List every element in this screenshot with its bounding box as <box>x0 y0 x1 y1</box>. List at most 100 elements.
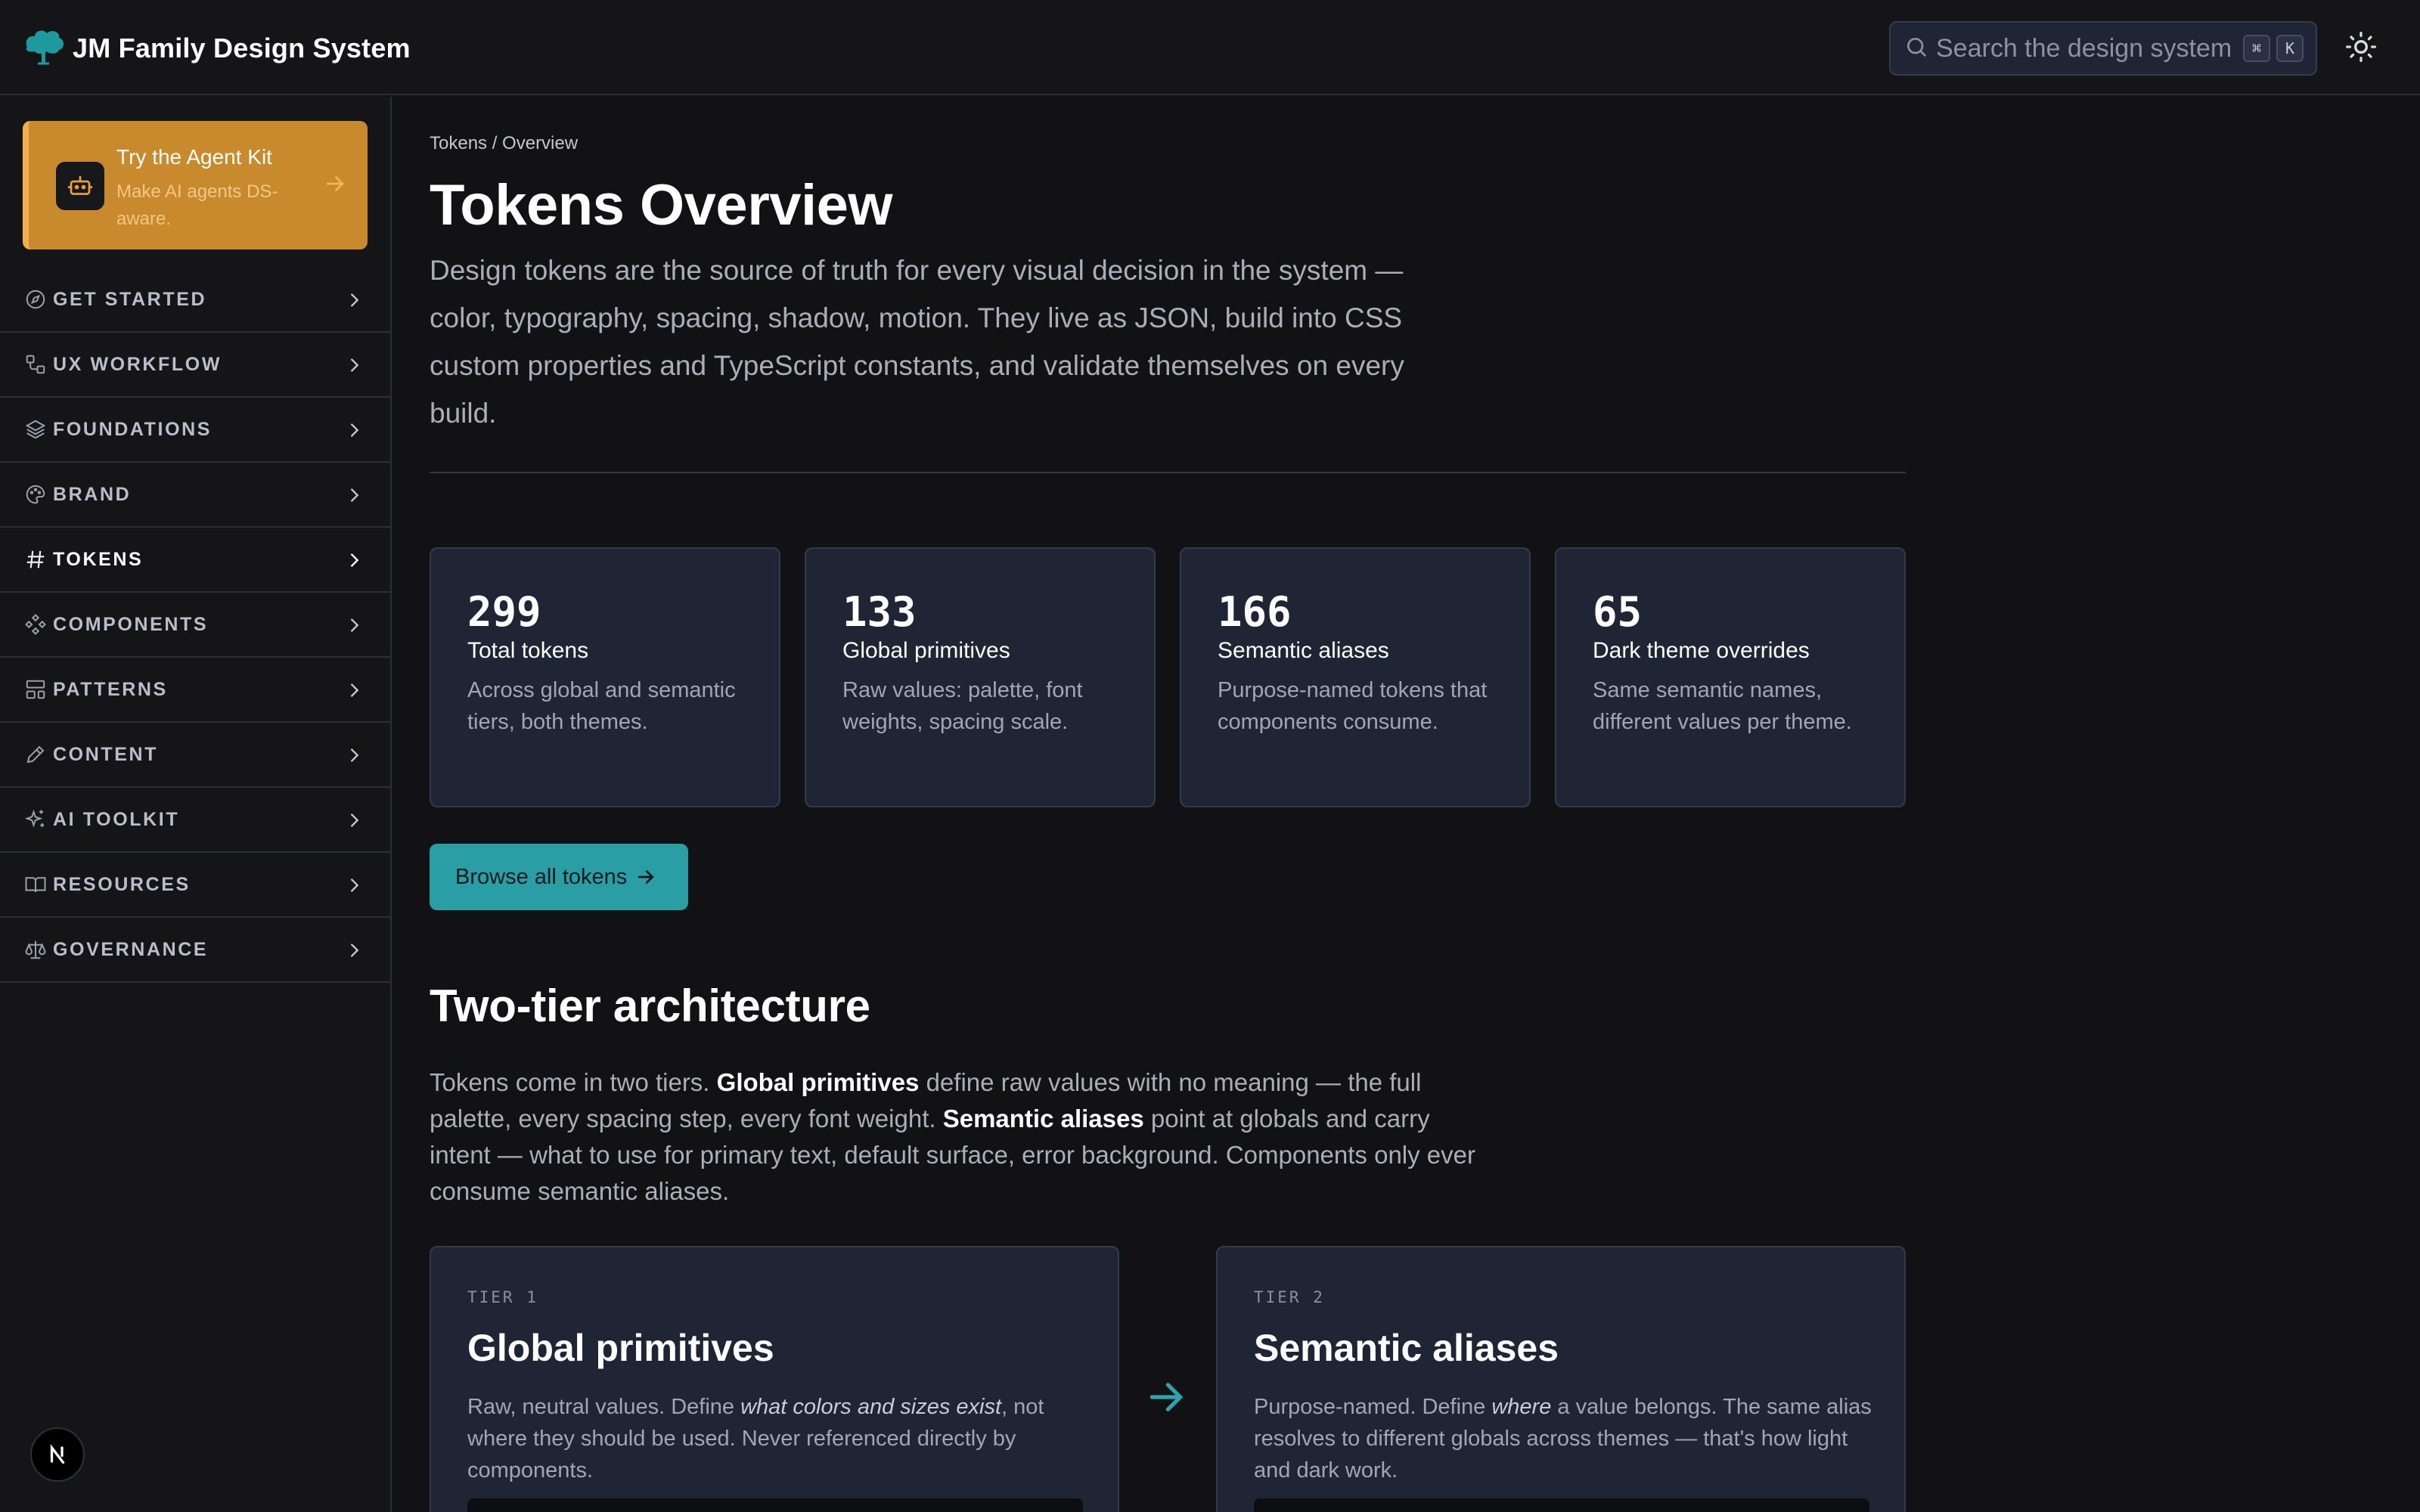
stat-description: Purpose-named tokens that components con… <box>1218 678 1488 734</box>
tier-description: Purpose-named. Define where a value belo… <box>1254 1391 1874 1486</box>
sidebar: Try the Agent Kit Make AI agents DS-awar… <box>0 97 392 1512</box>
scale-icon <box>24 937 48 962</box>
top-header: JM Family Design System Search the desig… <box>0 0 2420 95</box>
stat-title: Semantic aliases <box>1218 638 1389 663</box>
stat-description: Raw values: palette, font weights, spaci… <box>842 678 1083 734</box>
brand-link[interactable]: JM Family Design System <box>23 26 411 71</box>
tier-code-block <box>467 1498 1083 1512</box>
stat-value: 299 <box>467 588 541 636</box>
hash-icon <box>24 547 48 572</box>
divider <box>430 472 1906 473</box>
book-icon <box>24 872 48 897</box>
sidebar-item-resources[interactable]: RESOURCES <box>0 853 390 918</box>
chevron-right-icon <box>350 943 359 957</box>
chevron-right-icon <box>350 423 359 437</box>
sidebar-item-ai-toolkit[interactable]: AI TOOLKIT <box>0 788 390 853</box>
browse-button-label: Browse all tokens <box>455 864 628 889</box>
stat-card-semantic: 166 Semantic aliases Purpose-named token… <box>1180 547 1531 807</box>
kbd-cmd: ⌘ <box>2243 35 2270 62</box>
tier-card-semantic: TIER 2 Semantic aliases Purpose-named. D… <box>1216 1246 1906 1512</box>
page-intro: Design tokens are the source of truth fo… <box>430 255 1404 429</box>
arrow-right-icon <box>638 870 654 884</box>
sidebar-item-label: GOVERNANCE <box>53 938 209 960</box>
sidebar-item-label: TOKENS <box>53 548 144 570</box>
desc-text: Raw, neutral values. Define <box>467 1395 741 1419</box>
search-icon <box>1904 35 1928 63</box>
sidebar-item-label: CONTENT <box>53 743 159 765</box>
sidebar-item-tokens[interactable]: TOKENS <box>0 528 390 593</box>
desc-emphasis: what colors and sizes exist <box>740 1395 1002 1419</box>
promo-title: Try the Agent Kit <box>116 145 272 169</box>
tree-icon <box>23 27 65 70</box>
palette-icon <box>24 482 48 507</box>
pen-icon <box>24 742 48 767</box>
sidebar-item-components[interactable]: COMPONENTS <box>0 593 390 658</box>
sidebar-nav: GET STARTED UX WORKFLOW FOUNDATIONS BRAN… <box>0 268 390 983</box>
chevron-right-icon <box>350 813 359 827</box>
chevron-right-icon <box>350 878 359 892</box>
stat-card-global: 133 Global primitives Raw values: palett… <box>805 547 1156 807</box>
nextjs-logo-icon[interactable] <box>30 1427 85 1482</box>
sidebar-item-label: AI TOOLKIT <box>53 808 180 830</box>
stat-title: Dark theme overrides <box>1593 638 1810 663</box>
stat-card-dark: 65 Dark theme overrides Same semantic na… <box>1555 547 1906 807</box>
page-title: Tokens Overview <box>430 173 893 237</box>
browse-all-tokens-button[interactable]: Browse all tokens <box>430 844 688 910</box>
layers-icon <box>24 417 48 442</box>
stat-value: 133 <box>842 588 917 636</box>
sun-icon <box>2344 30 2378 67</box>
term-global: Global primitives <box>716 1068 920 1096</box>
promo-subtitle: Make AI agents DS-aware. <box>116 181 278 229</box>
token-stats: 299 Total tokens Across global and seman… <box>430 547 1907 807</box>
stat-value: 166 <box>1218 588 1292 636</box>
stat-description: Across global and semantic tiers, both t… <box>467 678 736 734</box>
chevron-right-icon <box>350 488 359 502</box>
breadcrumb[interactable]: Tokens / Overview <box>430 133 578 154</box>
tier-kicker: TIER 2 <box>1254 1288 1325 1306</box>
sidebar-item-foundations[interactable]: FOUNDATIONS <box>0 398 390 463</box>
sidebar-item-label: COMPONENTS <box>53 613 209 635</box>
component-icon <box>24 612 48 637</box>
agent-kit-promo[interactable]: Try the Agent Kit Make AI agents DS-awar… <box>23 121 368 249</box>
theme-toggle-button[interactable] <box>2341 29 2381 68</box>
robot-icon <box>56 162 104 210</box>
body-text: Tokens come in two tiers. <box>430 1068 717 1096</box>
sparkles-icon <box>24 807 48 832</box>
stat-description: Same semantic names, different values pe… <box>1593 678 1852 734</box>
compass-icon <box>24 287 48 311</box>
tier-code-block <box>1254 1498 1869 1512</box>
desc-emphasis: where <box>1491 1395 1552 1419</box>
search-input[interactable]: Search the design system ⌘ K <box>1889 21 2317 76</box>
sidebar-item-governance[interactable]: GOVERNANCE <box>0 918 390 983</box>
layout-icon <box>24 677 48 702</box>
sidebar-item-ux-workflow[interactable]: UX WORKFLOW <box>0 333 390 398</box>
sidebar-item-brand[interactable]: BRAND <box>0 463 390 528</box>
sidebar-item-get-started[interactable]: GET STARTED <box>0 268 390 333</box>
site-title: JM Family Design System <box>73 33 411 64</box>
arrow-right-icon <box>326 176 344 191</box>
section-title: Two-tier architecture <box>430 981 870 1031</box>
tier-title: Global primitives <box>467 1327 774 1369</box>
sidebar-item-label: UX WORKFLOW <box>53 353 222 375</box>
sidebar-item-label: GET STARTED <box>53 288 207 310</box>
sidebar-item-label: PATTERNS <box>53 678 168 700</box>
chevron-right-icon <box>350 618 359 632</box>
sidebar-item-patterns[interactable]: PATTERNS <box>0 658 390 723</box>
desc-text: Purpose-named. Define <box>1254 1395 1492 1419</box>
section-body: Tokens come in two tiers. Global primiti… <box>430 1064 1488 1210</box>
chevron-right-icon <box>350 358 359 372</box>
sidebar-item-content[interactable]: CONTENT <box>0 723 390 788</box>
stat-title: Total tokens <box>467 638 589 663</box>
chevron-right-icon <box>350 293 359 307</box>
chevron-right-icon <box>350 683 359 697</box>
search-placeholder: Search the design system <box>1936 33 2232 63</box>
chevron-right-icon <box>350 553 359 567</box>
tier-card-global: TIER 1 Global primitives Raw, neutral va… <box>430 1246 1119 1512</box>
arrow-right-icon <box>1150 1383 1184 1411</box>
kbd-k: K <box>2276 35 2304 62</box>
tier-kicker: TIER 1 <box>467 1288 538 1306</box>
stat-title: Global primitives <box>842 638 1010 663</box>
chevron-right-icon <box>350 748 359 762</box>
tier-description: Raw, neutral values. Define what colors … <box>467 1391 1087 1486</box>
sidebar-item-label: RESOURCES <box>53 873 191 895</box>
